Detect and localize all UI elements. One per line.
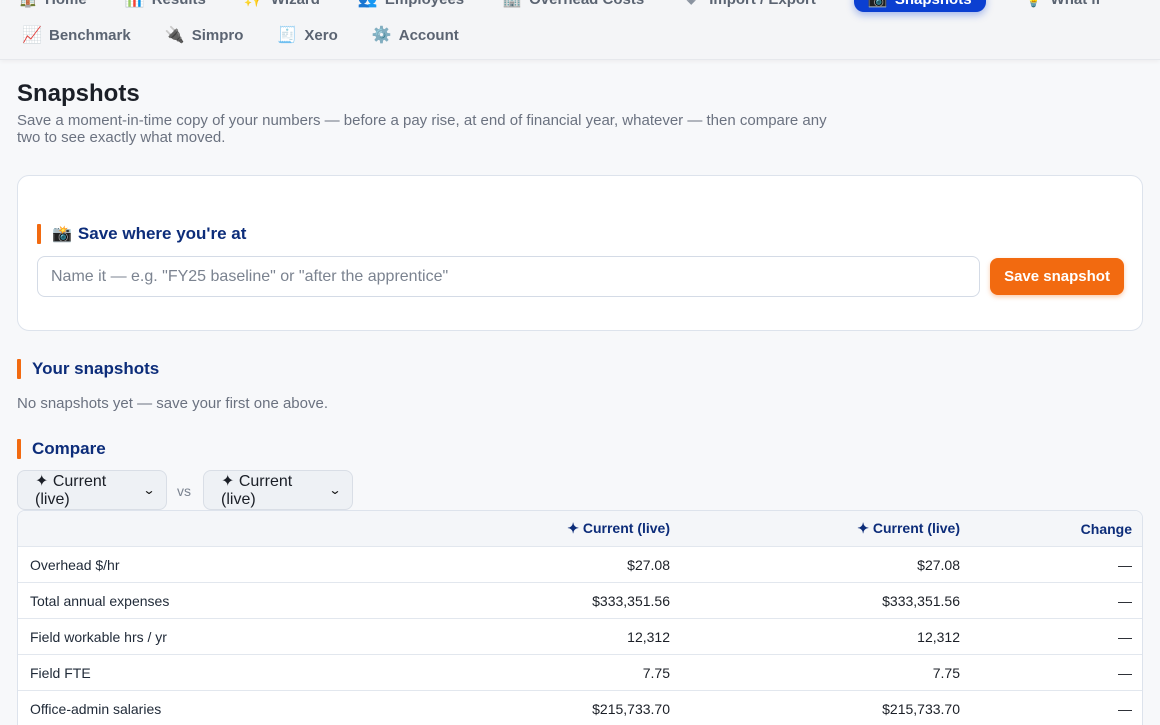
cell-left-value: $333,351.56 (592, 592, 670, 609)
table-row: Total annual expenses $333,351.56 $333,351… (18, 583, 1142, 619)
gear-icon: ⚙️ (371, 27, 392, 44)
snapshot-name-input[interactable] (37, 256, 980, 297)
cell-right-value: $215,733.70 (882, 700, 960, 717)
nav-row-primary: 🏠 Home 📊 Results ✨ Wizard 👥 Employees 🏢 Overhead … (18, 0, 1139, 12)
cell-metric: Office-admin salaries (30, 700, 162, 717)
nav-item-label: Results (152, 0, 206, 8)
table-row: Field workable hrs / yr 12,312 12,312 — (18, 619, 1142, 655)
compare-right-value: ✦ Current (live) (221, 473, 293, 508)
compare-left-select[interactable]: ✦ Current (live) ⌄ (17, 470, 167, 510)
compare-heading-label: Compare (32, 439, 106, 458)
heading-accent-bar (17, 359, 21, 379)
lightbulb-icon: 💡 (1024, 0, 1044, 9)
snapshots-section-heading: Your snapshots (17, 359, 159, 379)
cell-right-value: 7.75 (932, 664, 960, 681)
cell-metric: Field FTE (30, 664, 91, 681)
chevron-down-icon: ⌄ (328, 483, 342, 497)
nav-item-label: Benchmark (49, 26, 131, 44)
table-header-row: ✦ Current (live) ✦ Current (live) Change (18, 511, 1142, 547)
nav-row-secondary: 📈 Benchmark 🔌 Simpro 🧾 Xero ⚙️ Account (22, 22, 493, 48)
receipt-icon: 🧾 (277, 27, 298, 44)
nav-item-employees[interactable]: 👥 Employees (358, 0, 464, 9)
nav-item-wizard[interactable]: ✨ Wizard (244, 0, 320, 9)
compare-right-select[interactable]: ✦ Current (live) ⌄ (203, 470, 353, 510)
nav-item-overhead-costs[interactable]: 🏢 Overhead Costs (502, 0, 644, 9)
nav-item-label: Employees (385, 0, 464, 8)
page-title: Snapshots (17, 80, 140, 107)
table-row: Field FTE 7.75 7.75 — (18, 655, 1142, 691)
save-heading-label: Save where you're at (77, 224, 247, 243)
cell-metric: Overhead $/hr (30, 556, 120, 573)
cell-left-value: $215,733.70 (592, 700, 670, 717)
nav-item-label: Xero (304, 26, 338, 44)
plug-icon: 🔌 (164, 27, 185, 44)
column-header-left: ✦ Current (live) (567, 520, 670, 536)
compare-table: ✦ Current (live) ✦ Current (live) Change… (17, 510, 1143, 725)
camera-icon: 📸 (868, 0, 888, 9)
download-icon: ⬇ (682, 0, 700, 9)
table-row: Office-admin salaries $215,733.70 $215,733… (18, 691, 1142, 725)
heading-accent-bar (37, 224, 41, 244)
snapshots-empty-message: No snapshots yet — save your first one a… (17, 395, 328, 412)
cell-left-value: 7.75 (642, 664, 670, 681)
cell-right-value: $27.08 (917, 556, 960, 573)
nav-item-benchmark[interactable]: 📈 Benchmark (22, 25, 131, 45)
nav-item-what-if[interactable]: 💡 What if (1024, 0, 1101, 9)
table-row: Overhead $/hr $27.08 $27.08 — (18, 547, 1142, 583)
nav-item-home[interactable]: 🏠 Home (18, 0, 87, 9)
nav-item-simpro[interactable]: 🔌 Simpro (165, 25, 244, 45)
versus-label: vs (177, 483, 191, 499)
save-snapshot-button[interactable]: Save snapshot (990, 258, 1124, 295)
cell-change: — (1118, 628, 1132, 645)
chevron-down-icon: ⌄ (142, 483, 156, 497)
heading-accent-bar (17, 439, 21, 459)
cell-metric: Total annual expenses (30, 592, 170, 609)
column-header-change: Change (1080, 520, 1132, 537)
nav-item-label: What if (1051, 0, 1101, 8)
nav-item-label: Wizard (271, 0, 320, 8)
building-icon: 🏢 (502, 0, 522, 9)
cell-metric: Field workable hrs / yr (30, 628, 167, 645)
nav-item-results[interactable]: 📊 Results (125, 0, 206, 9)
camera-icon: 📸 (52, 226, 72, 243)
compare-left-value: ✦ Current (live) (35, 473, 107, 508)
top-navigation: 🏠 Home 📊 Results ✨ Wizard 👥 Employees 🏢 Overhead … (0, 0, 1160, 60)
nav-item-label: Snapshots (895, 0, 972, 8)
nav-item-label: Home (45, 0, 87, 8)
cell-right-value: 12,312 (917, 628, 960, 645)
cell-change: — (1118, 700, 1132, 717)
people-icon: 👥 (358, 0, 378, 9)
nav-item-xero[interactable]: 🧾 Xero (277, 25, 337, 45)
cell-change: — (1118, 664, 1132, 681)
snapshots-heading-label: Your snapshots (32, 359, 160, 378)
cell-change: — (1118, 592, 1132, 609)
home-icon: 🏠 (18, 0, 38, 9)
cell-left-value: $27.08 (627, 556, 670, 573)
cell-left-value: 12,312 (627, 628, 670, 645)
save-snapshot-card: 📸 Save where you're at Save snapshot (17, 175, 1143, 331)
column-header-right: ✦ Current (live) (857, 520, 960, 536)
page-subtitle: Save a moment-in-time copy of your numbe… (17, 112, 827, 146)
save-section-heading: 📸 Save where you're at (37, 224, 246, 244)
sparkle-icon: ✨ (244, 0, 264, 9)
compare-section-heading: Compare (17, 439, 106, 459)
cell-right-value: $333,351.56 (882, 592, 960, 609)
cell-change: — (1118, 556, 1132, 573)
nav-item-label: Simpro (191, 26, 244, 44)
line-chart-icon: 📈 (22, 27, 42, 44)
nav-item-account[interactable]: ⚙️ Account (372, 25, 459, 45)
nav-item-label: Account (398, 26, 459, 44)
bar-chart-icon: 📊 (125, 0, 145, 9)
nav-item-label: Overhead Costs (529, 0, 644, 8)
nav-item-label: Import / Export (709, 0, 816, 8)
nav-item-snapshots[interactable]: 📸 Snapshots (853, 0, 986, 12)
nav-item-import-export[interactable]: ⬇ Import / Export (682, 0, 816, 9)
